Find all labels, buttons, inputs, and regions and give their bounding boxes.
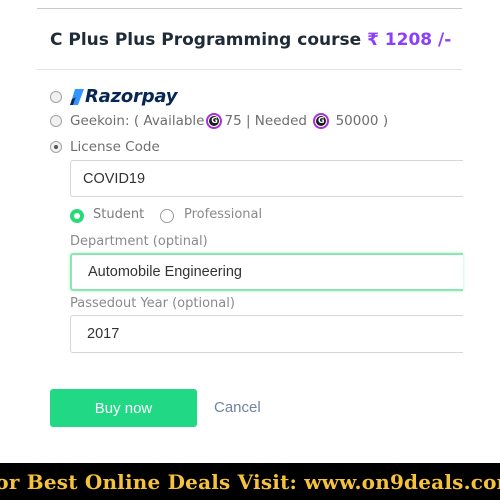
professional-label: Professional <box>184 207 263 222</box>
department-value: Automobile Engineering <box>88 264 242 280</box>
geekoin-needed: 50000 <box>335 113 379 129</box>
department-input[interactable]: Automobile Engineering <box>70 253 463 291</box>
student-radio[interactable] <box>70 209 84 223</box>
section-divider <box>37 69 462 70</box>
course-title: C Plus Plus Programming course <box>50 30 362 50</box>
passout-year-label: Passedout Year (optional) <box>70 296 235 311</box>
professional-radio[interactable] <box>160 209 174 223</box>
promo-banner-text: For Best Online Deals Visit: www.on9deal… <box>0 469 500 494</box>
license-code-input[interactable]: COVID19 <box>70 160 463 197</box>
license-code-value: COVID19 <box>83 170 146 187</box>
geekoin-prefix: Geekoin: ( Available <box>70 113 205 129</box>
passout-year-value: 2017 <box>87 326 120 342</box>
geekoin-coin-icon: G <box>313 113 330 129</box>
department-label: Department (optinal) <box>70 234 208 249</box>
student-label: Student <box>93 207 145 222</box>
geekoin-needed-label: | Needed <box>245 113 307 129</box>
course-heading: C Plus Plus Programming course ₹ 1208 /- <box>50 30 451 50</box>
cancel-button[interactable]: Cancel <box>214 399 261 416</box>
top-divider <box>37 8 462 9</box>
geekoin-radio[interactable] <box>50 115 62 127</box>
geekoin-suffix: ) <box>382 113 389 129</box>
promo-banner: For Best Online Deals Visit: www.on9deal… <box>0 463 500 500</box>
buy-now-button[interactable]: Buy now <box>50 389 197 427</box>
license-code-radio[interactable] <box>50 141 62 153</box>
geekoin-available: 75 <box>224 113 242 129</box>
geekoin-label: Geekoin: ( Available G 75 | Needed G 500… <box>70 113 388 129</box>
course-price: ₹ 1208 /- <box>367 30 452 50</box>
razorpay-label: Razorpay <box>85 86 178 107</box>
razorpay-logo: Razorpay <box>70 86 178 107</box>
passout-year-input[interactable]: 2017 <box>70 315 463 353</box>
geekoin-coin-icon: G <box>206 113 223 129</box>
razorpay-radio[interactable] <box>50 91 62 103</box>
license-code-label: License Code <box>70 139 160 155</box>
razorpay-mark-icon <box>70 89 84 105</box>
